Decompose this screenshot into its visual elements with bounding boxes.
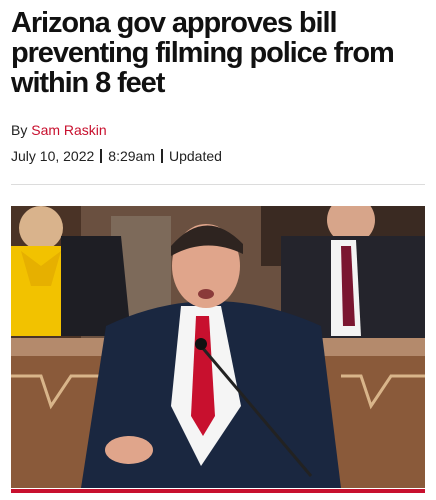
photo-illustration bbox=[11, 206, 425, 488]
separator bbox=[100, 149, 103, 163]
article-photo[interactable] bbox=[11, 206, 425, 488]
article-headline: Arizona gov approves bill preventing fil… bbox=[11, 7, 395, 99]
dateline: July 10, 2022 8:29am Updated bbox=[11, 148, 222, 164]
divider bbox=[11, 184, 425, 185]
accent-rule bbox=[11, 489, 425, 493]
updated-label: Updated bbox=[169, 148, 222, 164]
publish-date: July 10, 2022 bbox=[11, 148, 95, 164]
byline-prefix: By bbox=[11, 122, 28, 138]
separator bbox=[161, 149, 163, 163]
author-link[interactable]: Sam Raskin bbox=[31, 122, 106, 138]
byline: By Sam Raskin bbox=[11, 122, 107, 138]
publish-time: 8:29am bbox=[108, 148, 155, 164]
